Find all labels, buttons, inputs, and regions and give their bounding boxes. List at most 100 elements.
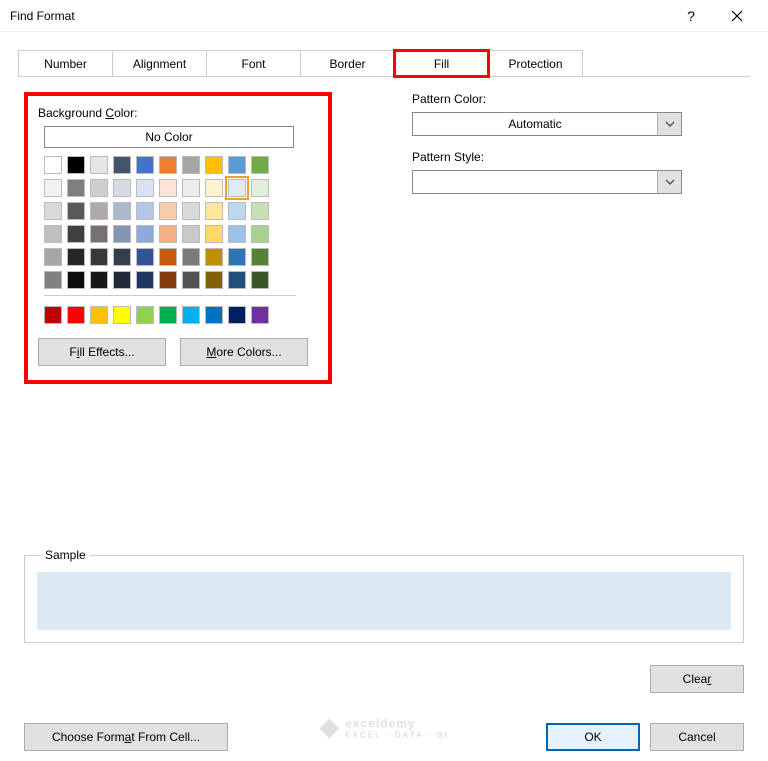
- color-swatch[interactable]: [182, 271, 200, 289]
- tab-strip: Number Alignment Font Border Fill Protec…: [0, 32, 768, 77]
- pattern-color-dropdown-button[interactable]: [657, 113, 681, 135]
- color-swatch[interactable]: [182, 179, 200, 197]
- color-swatch[interactable]: [44, 156, 62, 174]
- tab-alignment[interactable]: Alignment: [112, 50, 207, 77]
- color-swatch[interactable]: [67, 248, 85, 266]
- color-swatch[interactable]: [228, 248, 246, 266]
- color-swatch[interactable]: [205, 179, 223, 197]
- color-swatch[interactable]: [159, 202, 177, 220]
- color-swatch[interactable]: [251, 156, 269, 174]
- color-swatch[interactable]: [228, 156, 246, 174]
- color-swatch[interactable]: [182, 248, 200, 266]
- tab-protection[interactable]: Protection: [488, 50, 583, 77]
- color-swatch[interactable]: [44, 248, 62, 266]
- color-swatch[interactable]: [228, 202, 246, 220]
- color-swatch[interactable]: [205, 271, 223, 289]
- color-swatch[interactable]: [90, 271, 108, 289]
- color-swatch[interactable]: [182, 225, 200, 243]
- color-swatch[interactable]: [205, 225, 223, 243]
- chevron-down-icon: [665, 177, 675, 187]
- pattern-color-label: Pattern Color:: [412, 92, 744, 106]
- color-swatch[interactable]: [159, 248, 177, 266]
- color-swatch[interactable]: [136, 271, 154, 289]
- color-swatch[interactable]: [205, 156, 223, 174]
- color-swatch[interactable]: [228, 271, 246, 289]
- color-swatch[interactable]: [136, 225, 154, 243]
- color-swatch[interactable]: [205, 248, 223, 266]
- color-swatch[interactable]: [67, 271, 85, 289]
- color-swatch[interactable]: [159, 225, 177, 243]
- tab-fill[interactable]: Fill: [394, 50, 489, 77]
- background-color-section: Background Color: No Color Fill Effects.…: [24, 92, 332, 384]
- color-swatch[interactable]: [90, 225, 108, 243]
- pattern-style-combo[interactable]: [412, 170, 682, 194]
- color-swatch[interactable]: [113, 306, 131, 324]
- color-swatch[interactable]: [44, 271, 62, 289]
- color-swatch[interactable]: [136, 202, 154, 220]
- color-swatch[interactable]: [113, 225, 131, 243]
- close-button[interactable]: [714, 0, 760, 32]
- color-swatch[interactable]: [251, 271, 269, 289]
- color-swatch[interactable]: [182, 156, 200, 174]
- help-button[interactable]: ?: [668, 0, 714, 32]
- close-icon: [731, 10, 743, 22]
- color-swatch[interactable]: [67, 306, 85, 324]
- color-swatch[interactable]: [228, 306, 246, 324]
- color-swatch[interactable]: [159, 179, 177, 197]
- color-swatch[interactable]: [251, 202, 269, 220]
- color-swatch[interactable]: [90, 202, 108, 220]
- cancel-button[interactable]: Cancel: [650, 723, 744, 751]
- color-swatch[interactable]: [251, 306, 269, 324]
- color-swatch[interactable]: [67, 179, 85, 197]
- fill-effects-button[interactable]: Fill Effects...: [38, 338, 166, 366]
- pattern-color-value: Automatic: [413, 113, 657, 135]
- color-swatch[interactable]: [205, 202, 223, 220]
- color-swatch[interactable]: [113, 248, 131, 266]
- no-color-button[interactable]: No Color: [44, 126, 294, 148]
- color-swatch[interactable]: [90, 179, 108, 197]
- color-swatch[interactable]: [113, 271, 131, 289]
- color-swatch[interactable]: [228, 225, 246, 243]
- color-swatch[interactable]: [90, 306, 108, 324]
- color-swatch[interactable]: [113, 179, 131, 197]
- color-swatch[interactable]: [90, 156, 108, 174]
- color-swatch[interactable]: [44, 179, 62, 197]
- color-swatch[interactable]: [67, 225, 85, 243]
- color-swatch[interactable]: [90, 248, 108, 266]
- color-swatch[interactable]: [205, 306, 223, 324]
- color-swatch[interactable]: [113, 202, 131, 220]
- dialog-footer: Choose Format From Cell... OK Cancel: [0, 723, 768, 751]
- title-bar: Find Format ?: [0, 0, 768, 32]
- color-swatch[interactable]: [182, 306, 200, 324]
- color-swatch[interactable]: [159, 156, 177, 174]
- ok-button[interactable]: OK: [546, 723, 640, 751]
- color-swatch[interactable]: [251, 248, 269, 266]
- color-swatch[interactable]: [136, 248, 154, 266]
- color-swatch[interactable]: [159, 306, 177, 324]
- color-swatch[interactable]: [159, 271, 177, 289]
- pattern-style-label: Pattern Style:: [412, 150, 744, 164]
- color-swatch[interactable]: [44, 225, 62, 243]
- color-swatch[interactable]: [136, 306, 154, 324]
- color-swatch[interactable]: [67, 156, 85, 174]
- color-swatch[interactable]: [251, 179, 269, 197]
- color-swatch[interactable]: [136, 179, 154, 197]
- choose-format-from-cell-button[interactable]: Choose Format From Cell...: [24, 723, 228, 751]
- color-swatch[interactable]: [113, 156, 131, 174]
- color-swatch[interactable]: [44, 306, 62, 324]
- pattern-style-value: [413, 171, 657, 193]
- sample-group: Sample: [24, 555, 744, 643]
- more-colors-button[interactable]: More Colors...: [180, 338, 308, 366]
- color-swatch[interactable]: [228, 179, 246, 197]
- tab-font[interactable]: Font: [206, 50, 301, 77]
- pattern-style-dropdown-button[interactable]: [657, 171, 681, 193]
- clear-button[interactable]: Clear: [650, 665, 744, 693]
- tab-number[interactable]: Number: [18, 50, 113, 77]
- pattern-color-combo[interactable]: Automatic: [412, 112, 682, 136]
- color-swatch[interactable]: [251, 225, 269, 243]
- color-swatch[interactable]: [136, 156, 154, 174]
- color-swatch[interactable]: [67, 202, 85, 220]
- tab-border[interactable]: Border: [300, 50, 395, 77]
- color-swatch[interactable]: [182, 202, 200, 220]
- color-swatch[interactable]: [44, 202, 62, 220]
